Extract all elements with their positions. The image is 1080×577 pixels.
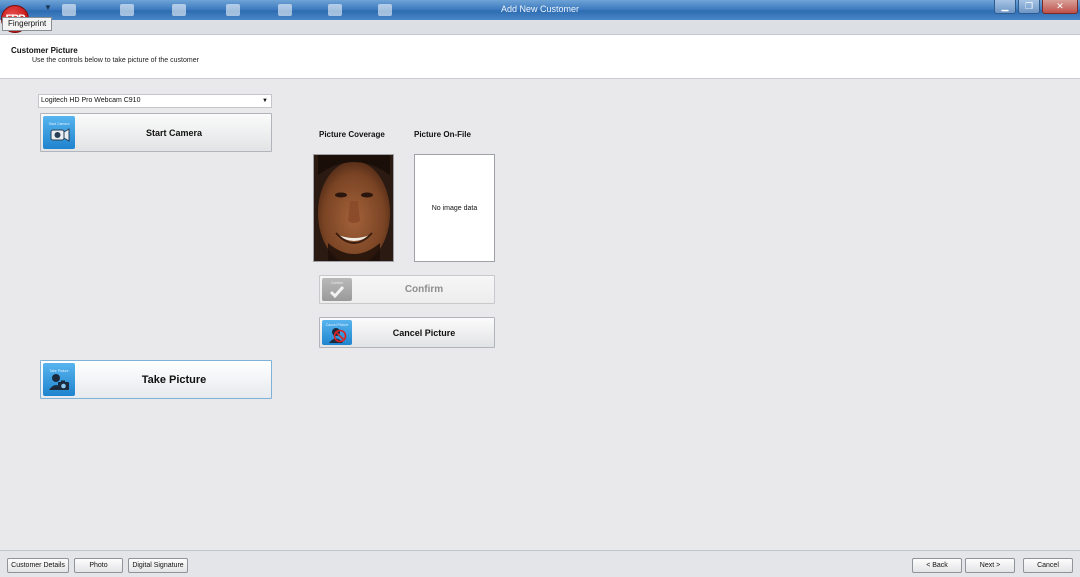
page-header: Customer Picture Use the controls below … (0, 35, 1080, 79)
svg-text:Start Camera: Start Camera (49, 122, 70, 126)
page-subtitle: Use the controls below to take picture o… (32, 57, 199, 64)
svg-text:Confirm: Confirm (331, 281, 343, 285)
picture-coverage-label: Picture Coverage (319, 130, 385, 139)
picture-onfile-image: No image data (414, 154, 495, 262)
svg-text:Cancel Picture: Cancel Picture (326, 323, 349, 327)
cancel-button[interactable]: Cancel (1023, 558, 1073, 573)
camera-select-value: Logitech HD Pro Webcam C910 (41, 97, 141, 104)
minimize-button[interactable]: ▁ (994, 0, 1016, 14)
svg-text:Take Picture: Take Picture (49, 369, 68, 373)
picture-coverage-image (313, 154, 394, 262)
customer-details-button[interactable]: Customer Details (7, 558, 69, 573)
page-title: Customer Picture (11, 46, 78, 55)
take-picture-label: Take Picture (141, 373, 207, 386)
confirm-button[interactable]: Confirm Confirm (319, 275, 495, 304)
maximize-button[interactable]: ❐ (1018, 0, 1040, 14)
cancel-picture-icon: Cancel Picture (322, 320, 352, 345)
checkmark-icon: Confirm (322, 278, 352, 301)
camera-select[interactable]: Logitech HD Pro Webcam C910 ▼ (38, 94, 272, 108)
title-bar: Add New Customer ▼ ▁ ❐ ✕ (0, 0, 1080, 20)
take-picture-button[interactable]: Take Picture Take Picture (40, 360, 272, 399)
start-camera-label: Start Camera (145, 127, 203, 138)
next-button[interactable]: Next > (965, 558, 1015, 573)
digital-signature-button[interactable]: Digital Signature (128, 558, 188, 573)
window-title: Add New Customer (500, 4, 580, 14)
webcam-icon: Start Camera (43, 116, 75, 149)
quick-access-dropdown-icon[interactable]: ▼ (44, 3, 52, 12)
window-controls: ▁ ❐ ✕ (994, 0, 1078, 14)
close-button[interactable]: ✕ (1042, 0, 1078, 14)
take-picture-icon: Take Picture (43, 363, 75, 396)
tab-fingerprint[interactable]: Fingerprint (2, 17, 53, 31)
picture-onfile-label: Picture On-File (414, 130, 471, 139)
cancel-picture-button[interactable]: Cancel Picture Cancel Picture (319, 317, 495, 348)
photo-button[interactable]: Photo (74, 558, 123, 573)
confirm-label: Confirm (404, 284, 444, 295)
ribbon-bar (0, 20, 1080, 35)
back-button[interactable]: < Back (912, 558, 962, 573)
cancel-picture-label: Cancel Picture (392, 327, 456, 338)
chevron-down-icon: ▼ (262, 98, 268, 104)
start-camera-button[interactable]: Start Camera Start Camera (40, 113, 272, 152)
no-image-placeholder: No image data (431, 204, 478, 212)
